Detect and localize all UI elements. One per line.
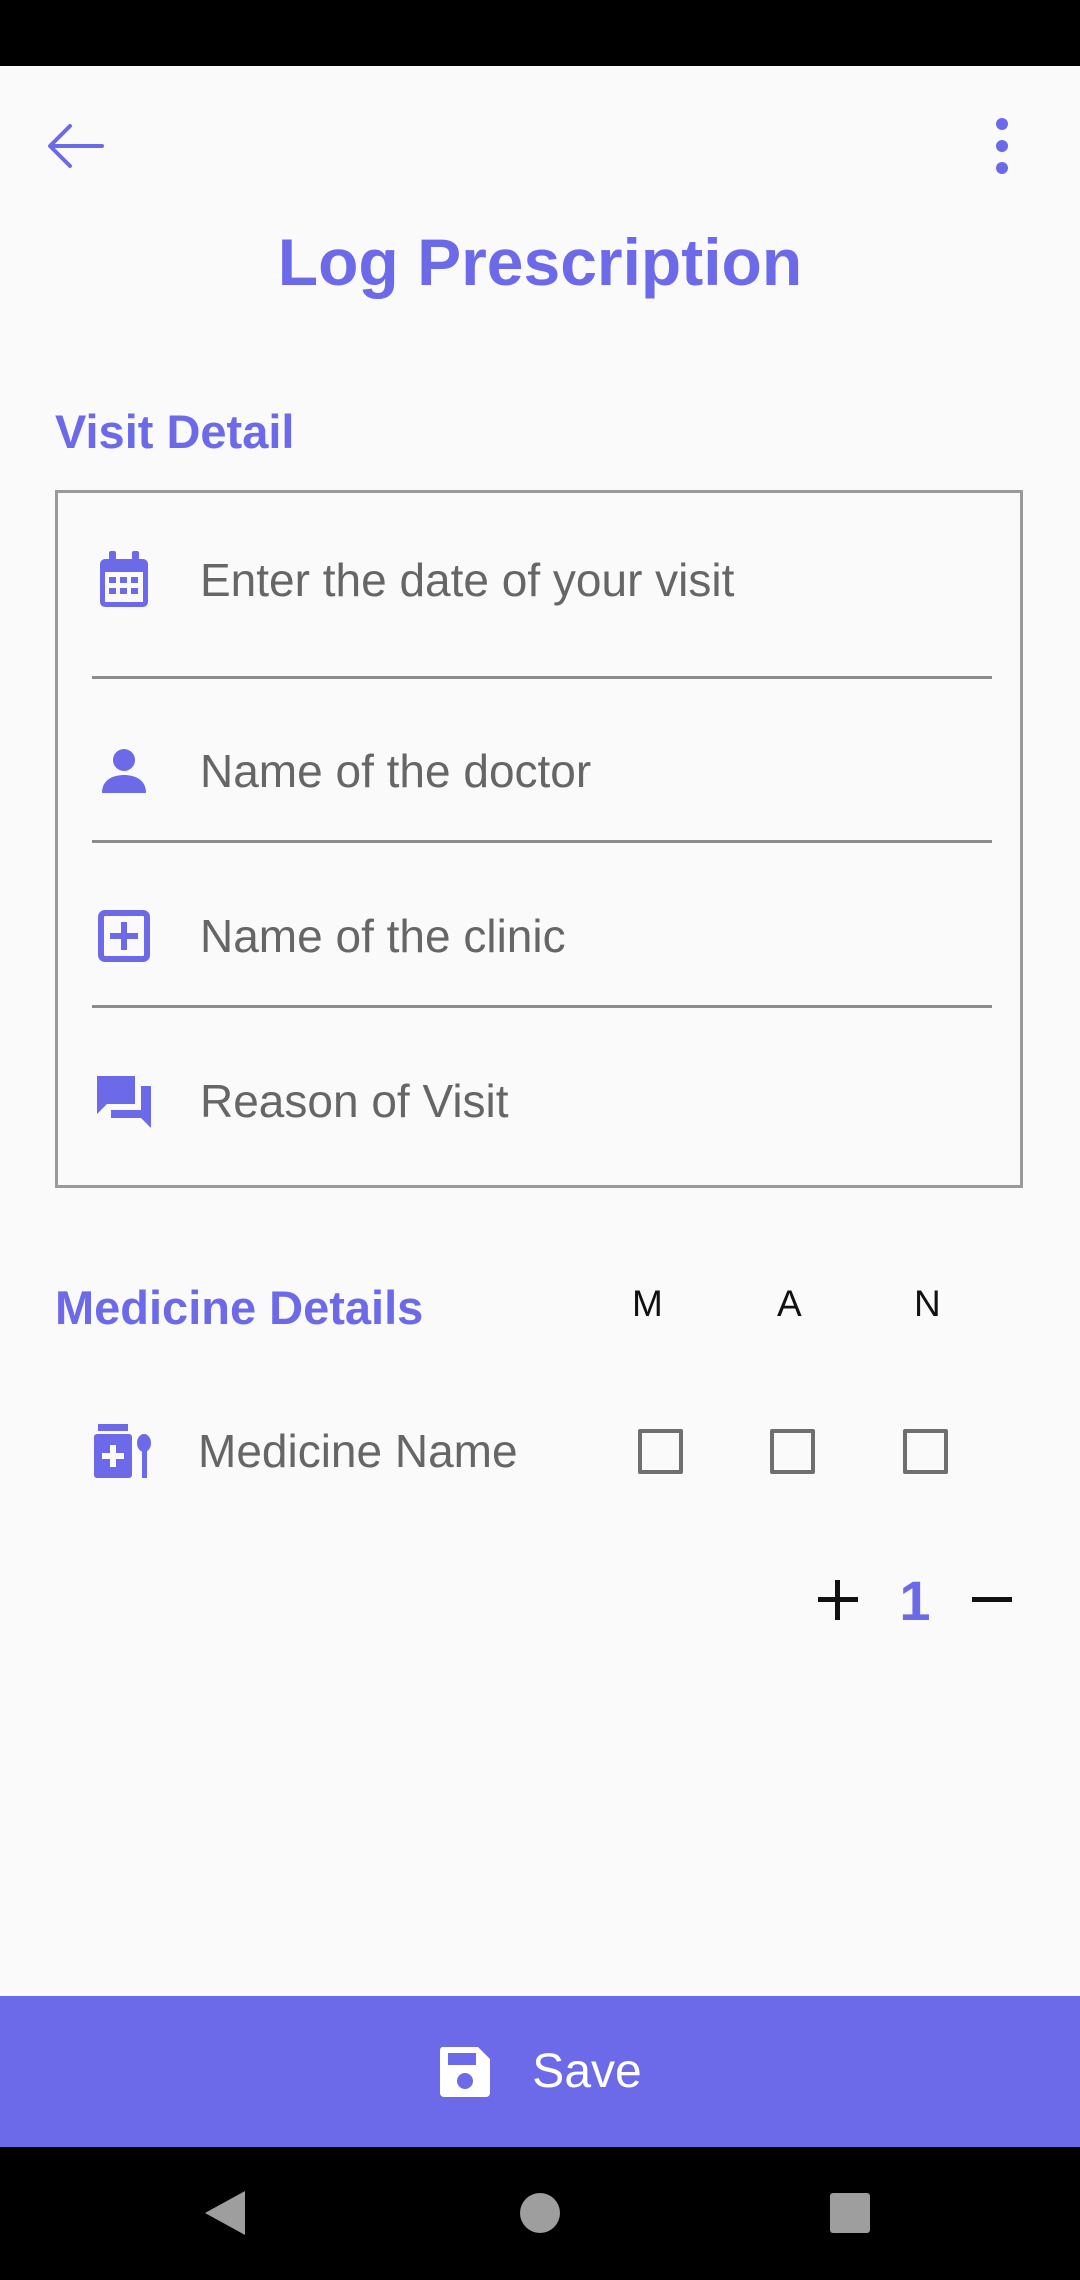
- increment-button[interactable]: [803, 1565, 873, 1635]
- divider: [92, 1005, 992, 1008]
- medicine-icon: [92, 1424, 152, 1480]
- save-button[interactable]: Save: [0, 1996, 1080, 2147]
- column-label-afternoon: A: [777, 1283, 802, 1324]
- afternoon-checkbox[interactable]: [770, 1429, 815, 1474]
- column-label-night: N: [914, 1283, 941, 1324]
- system-back-button[interactable]: [185, 2180, 265, 2246]
- visit-date-field[interactable]: Enter the date of your visit: [92, 548, 992, 612]
- clinic-name-placeholder: Name of the clinic: [200, 910, 566, 962]
- status-bar: [0, 0, 1080, 66]
- arrow-back-icon: [48, 124, 104, 168]
- system-home-button[interactable]: [500, 2180, 580, 2246]
- divider: [92, 676, 992, 679]
- decrement-button[interactable]: [957, 1565, 1027, 1635]
- medical-plus-icon: [92, 904, 156, 968]
- morning-checkbox[interactable]: [638, 1429, 683, 1474]
- home-circle-icon: [520, 2193, 560, 2233]
- quantity-value: 1: [899, 1569, 931, 1632]
- person-icon: [92, 739, 156, 803]
- back-button[interactable]: [34, 104, 118, 188]
- system-recents-button[interactable]: [810, 2180, 890, 2246]
- visit-detail-heading: Visit Detail: [55, 405, 295, 458]
- doctor-name-placeholder: Name of the doctor: [200, 745, 592, 797]
- clinic-name-field[interactable]: Name of the clinic: [92, 904, 992, 968]
- recents-square-icon: [830, 2193, 870, 2233]
- back-triangle-icon: [205, 2191, 245, 2235]
- more-options-button[interactable]: [962, 104, 1042, 188]
- minus-icon: [972, 1597, 1012, 1602]
- save-button-label: Save: [532, 2045, 642, 2098]
- save-icon: [440, 2046, 491, 2097]
- visit-reason-placeholder: Reason of Visit: [200, 1075, 509, 1127]
- doctor-name-field[interactable]: Name of the doctor: [92, 739, 992, 803]
- chat-icon: [92, 1069, 156, 1133]
- medicine-details-heading: Medicine Details: [55, 1281, 424, 1334]
- page-title: Log Prescription: [277, 225, 803, 299]
- medicine-name-field[interactable]: Medicine Name: [198, 1424, 518, 1478]
- visit-date-placeholder: Enter the date of your visit: [200, 554, 735, 606]
- more-vert-icon: [996, 118, 1008, 174]
- plus-icon: [818, 1580, 858, 1620]
- divider: [92, 840, 992, 843]
- visit-detail-card: Enter the date of your visit Name of the…: [55, 490, 1023, 1188]
- night-checkbox[interactable]: [903, 1429, 948, 1474]
- column-label-morning: M: [632, 1283, 663, 1324]
- visit-reason-field[interactable]: Reason of Visit: [92, 1069, 992, 1133]
- calendar-icon: [92, 548, 156, 612]
